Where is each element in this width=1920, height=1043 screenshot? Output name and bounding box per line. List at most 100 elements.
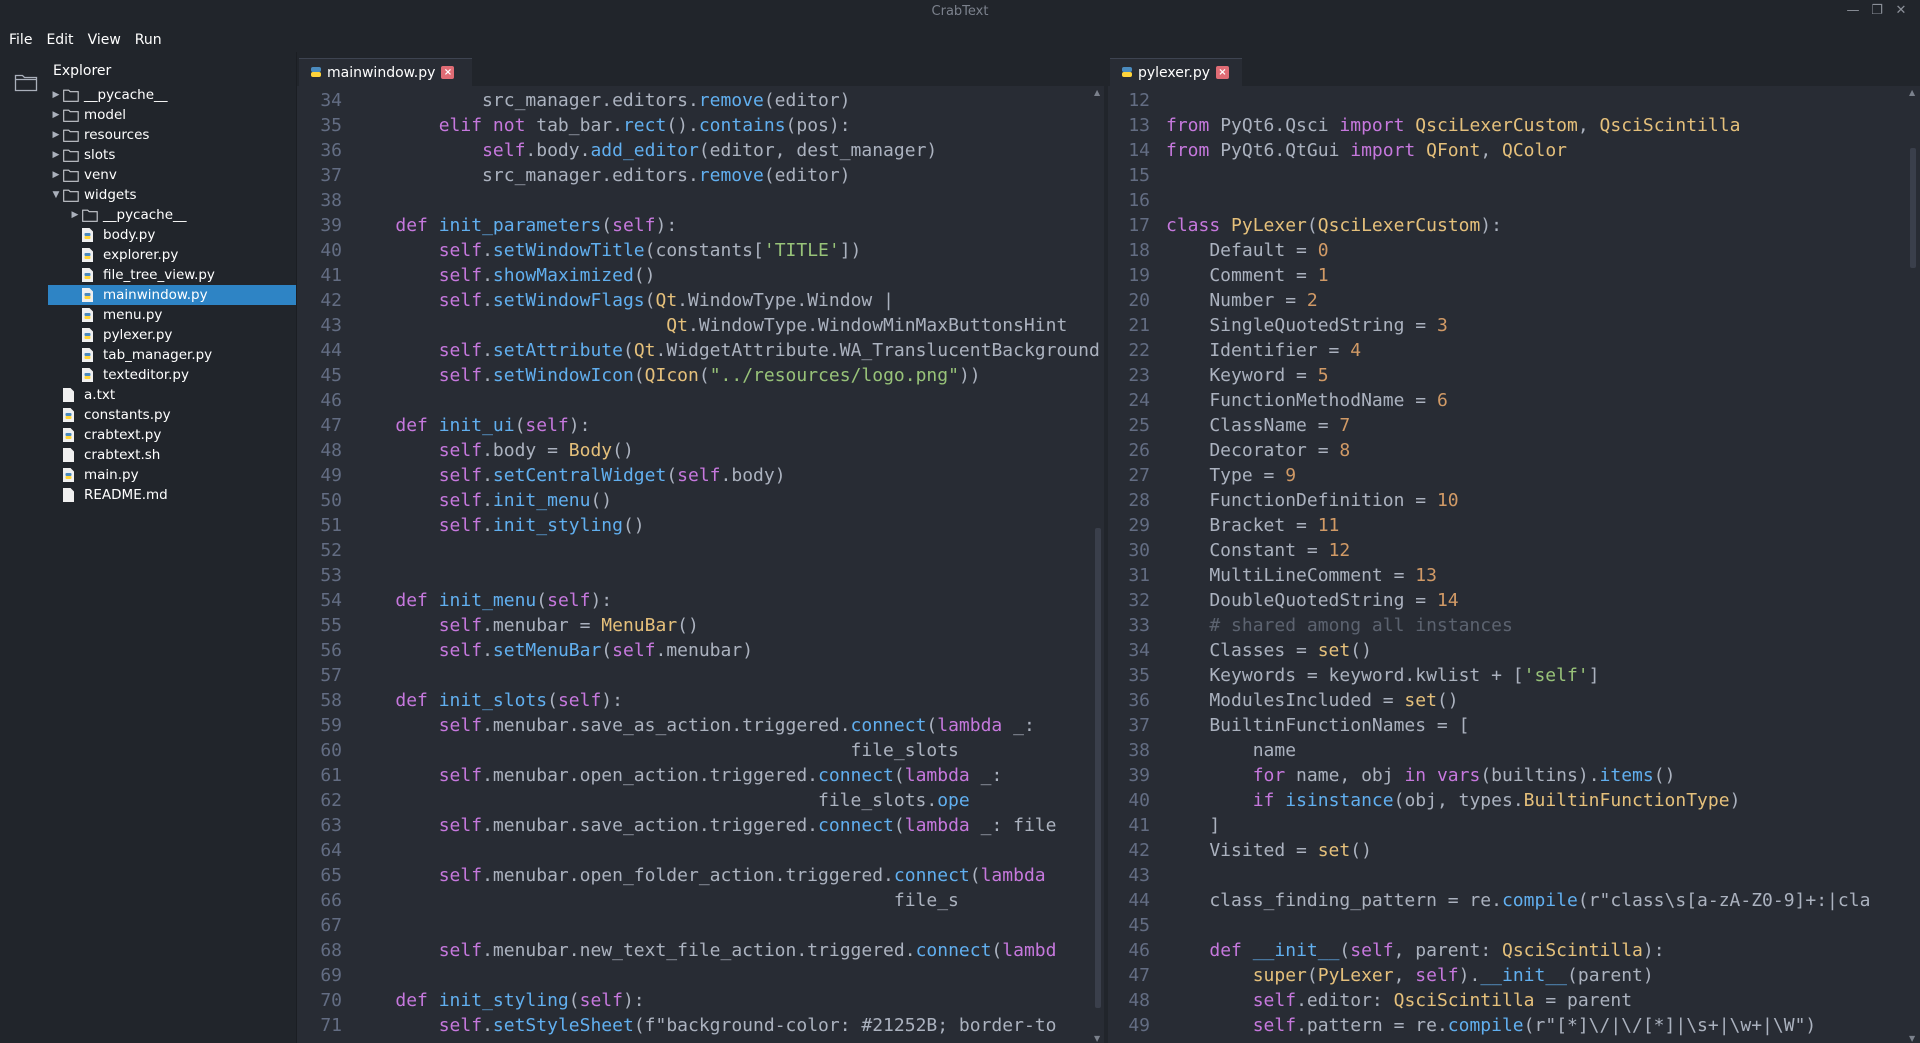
code-line[interactable]: 34 Classes = set(): [1108, 638, 1920, 663]
code-line[interactable]: 54 def init_menu(self):: [297, 588, 1104, 613]
close-tab-icon[interactable]: ×: [1216, 66, 1229, 79]
code-line[interactable]: 35 elif not tab_bar.rect().contains(pos)…: [297, 113, 1104, 138]
code-line[interactable]: 20 Number = 2: [1108, 288, 1920, 313]
code-line[interactable]: 47 super(PyLexer, self).__init__(parent): [1108, 963, 1920, 988]
code-line[interactable]: 60 file_slots: [297, 738, 1104, 763]
tree-file[interactable]: README.md: [48, 485, 296, 505]
code-line[interactable]: 23 Keyword = 5: [1108, 363, 1920, 388]
code-line[interactable]: 38 name: [1108, 738, 1920, 763]
code-line[interactable]: 53: [297, 563, 1104, 588]
code-line[interactable]: 27 Type = 9: [1108, 463, 1920, 488]
code-line[interactable]: 33 # shared among all instances: [1108, 613, 1920, 638]
code-line[interactable]: 70 def init_styling(self):: [297, 988, 1104, 1013]
code-line[interactable]: 68 self.menubar.new_text_file_action.tri…: [297, 938, 1104, 963]
close-window-button[interactable]: ✕: [1892, 2, 1910, 20]
code-line[interactable]: 64: [297, 838, 1104, 863]
code-line[interactable]: 21 SingleQuotedString = 3: [1108, 313, 1920, 338]
scrollbar-right[interactable]: ▲ ▼: [1908, 88, 1918, 1043]
code-line[interactable]: 42 self.setWindowFlags(Qt.WindowType.Win…: [297, 288, 1104, 313]
code-area-left[interactable]: 34 src_manager.editors.remove(editor) 35 …: [297, 88, 1104, 1043]
explorer-folder-icon[interactable]: [14, 72, 38, 96]
tree-folder[interactable]: ▶ __pycache__: [48, 85, 296, 105]
code-line[interactable]: 36 self.body.add_editor(editor, dest_man…: [297, 138, 1104, 163]
tree-file[interactable]: crabtext.sh: [48, 445, 296, 465]
code-line[interactable]: 35 Keywords = keyword.kwlist + ['self']: [1108, 663, 1920, 688]
code-line[interactable]: 16: [1108, 188, 1920, 213]
tab-pylexer[interactable]: pylexer.py ×: [1110, 58, 1242, 86]
chevron-right-icon[interactable]: ▶: [68, 210, 82, 220]
code-line[interactable]: 66 file_s: [297, 888, 1104, 913]
chevron-right-icon[interactable]: ▶: [49, 150, 63, 160]
code-line[interactable]: 59 self.menubar.save_as_action.triggered…: [297, 713, 1104, 738]
code-line[interactable]: 41 self.showMaximized(): [297, 263, 1104, 288]
tree-file[interactable]: constants.py: [48, 405, 296, 425]
code-line[interactable]: 14 from PyQt6.QtGui import QFont, QColor: [1108, 138, 1920, 163]
code-line[interactable]: 38: [297, 188, 1104, 213]
code-line[interactable]: 39 for name, obj in vars(builtins).items…: [1108, 763, 1920, 788]
scroll-thumb-right[interactable]: [1910, 148, 1916, 268]
code-line[interactable]: 55 self.menubar = MenuBar(): [297, 613, 1104, 638]
chevron-right-icon[interactable]: ▶: [49, 110, 63, 120]
code-line[interactable]: 36 ModulesIncluded = set(): [1108, 688, 1920, 713]
scroll-up-arrow-icon[interactable]: ▲: [1094, 88, 1100, 97]
tree-file[interactable]: texteditor.py: [48, 365, 296, 385]
code-line[interactable]: 31 MultiLineComment = 13: [1108, 563, 1920, 588]
code-line[interactable]: 63 self.menubar.save_action.triggered.co…: [297, 813, 1104, 838]
code-line[interactable]: 37 src_manager.editors.remove(editor): [297, 163, 1104, 188]
tree-file[interactable]: explorer.py: [48, 245, 296, 265]
chevron-down-icon[interactable]: ▼: [49, 190, 63, 200]
tree-file[interactable]: crabtext.py: [48, 425, 296, 445]
code-line[interactable]: 39 def init_parameters(self):: [297, 213, 1104, 238]
code-line[interactable]: 17 class PyLexer(QsciLexerCustom):: [1108, 213, 1920, 238]
code-line[interactable]: 46: [297, 388, 1104, 413]
tree-file[interactable]: body.py: [48, 225, 296, 245]
code-line[interactable]: 52: [297, 538, 1104, 563]
code-line[interactable]: 71 self.setStyleSheet(f"background-color…: [297, 1013, 1104, 1038]
code-line[interactable]: 32 DoubleQuotedString = 14: [1108, 588, 1920, 613]
tree-folder[interactable]: ▶ model: [48, 105, 296, 125]
tree-file[interactable]: pylexer.py: [48, 325, 296, 345]
tree-file[interactable]: file_tree_view.py: [48, 265, 296, 285]
code-line[interactable]: 47 def init_ui(self):: [297, 413, 1104, 438]
chevron-right-icon[interactable]: ▶: [49, 130, 63, 140]
code-line[interactable]: 22 Identifier = 4: [1108, 338, 1920, 363]
code-line[interactable]: 44 self.setAttribute(Qt.WidgetAttribute.…: [297, 338, 1104, 363]
scroll-down-arrow-icon[interactable]: ▼: [1909, 1034, 1915, 1043]
code-line[interactable]: 57: [297, 663, 1104, 688]
code-line[interactable]: 37 BuiltinFunctionNames = [: [1108, 713, 1920, 738]
menu-edit[interactable]: Edit: [46, 28, 73, 52]
code-line[interactable]: 56 self.setMenuBar(self.menubar): [297, 638, 1104, 663]
code-line[interactable]: 46 def __init__(self, parent: QsciScinti…: [1108, 938, 1920, 963]
tab-mainwindow[interactable]: mainwindow.py ×: [299, 58, 472, 86]
code-line[interactable]: 18 Default = 0: [1108, 238, 1920, 263]
chevron-right-icon[interactable]: ▶: [49, 90, 63, 100]
code-line[interactable]: 41 ]: [1108, 813, 1920, 838]
code-line[interactable]: 43: [1108, 863, 1920, 888]
menu-run[interactable]: Run: [135, 28, 162, 52]
menu-file[interactable]: File: [9, 28, 32, 52]
tree-file[interactable]: main.py: [48, 465, 296, 485]
scroll-up-arrow-icon[interactable]: ▲: [1909, 88, 1915, 97]
code-line[interactable]: 58 def init_slots(self):: [297, 688, 1104, 713]
code-line[interactable]: 62 file_slots.ope: [297, 788, 1104, 813]
menu-view[interactable]: View: [88, 28, 121, 52]
chevron-right-icon[interactable]: ▶: [49, 170, 63, 180]
restore-button[interactable]: ❐: [1868, 2, 1886, 20]
code-line[interactable]: 43 Qt.WindowType.WindowMinMaxButtonsHint: [297, 313, 1104, 338]
code-line[interactable]: 48 self.body = Body(): [297, 438, 1104, 463]
code-line[interactable]: 13 from PyQt6.Qsci import QsciLexerCustom…: [1108, 113, 1920, 138]
close-tab-icon[interactable]: ×: [441, 66, 455, 79]
code-line[interactable]: 30 Constant = 12: [1108, 538, 1920, 563]
code-line[interactable]: 25 ClassName = 7: [1108, 413, 1920, 438]
tree-folder[interactable]: ▼ widgets: [48, 185, 296, 205]
tree-file[interactable]: mainwindow.py: [48, 285, 296, 305]
scroll-thumb-left[interactable]: [1095, 528, 1101, 1008]
tree-folder[interactable]: ▶ __pycache__: [48, 205, 296, 225]
tree-folder[interactable]: ▶ venv: [48, 165, 296, 185]
code-line[interactable]: 50 self.init_menu(): [297, 488, 1104, 513]
code-line[interactable]: 34 src_manager.editors.remove(editor): [297, 88, 1104, 113]
tree-file[interactable]: tab_manager.py: [48, 345, 296, 365]
code-line[interactable]: 40 if isinstance(obj, types.BuiltinFunct…: [1108, 788, 1920, 813]
code-line[interactable]: 61 self.menubar.open_action.triggered.co…: [297, 763, 1104, 788]
code-line[interactable]: 42 Visited = set(): [1108, 838, 1920, 863]
